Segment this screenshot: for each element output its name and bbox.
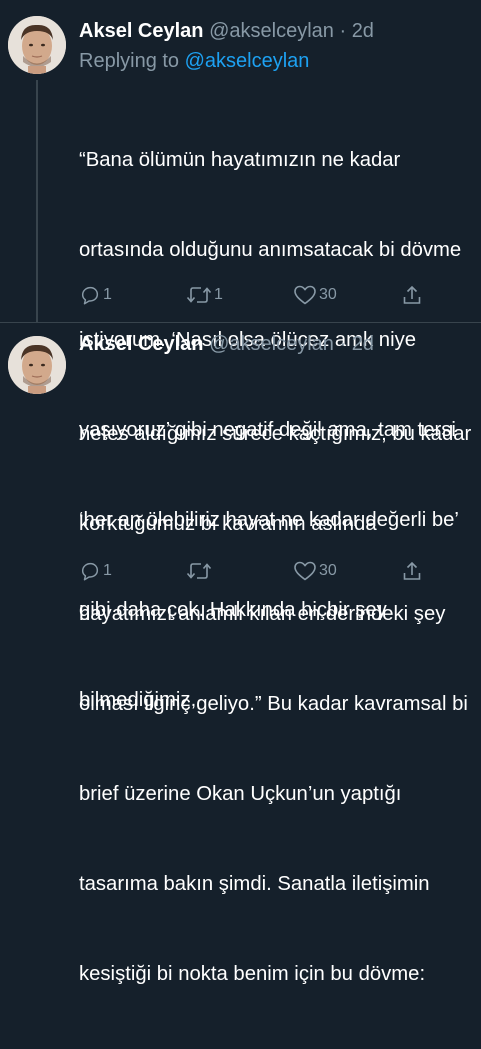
like-button[interactable]: 30 [293, 558, 337, 584]
tweet-text-line: tasarıma bakın şimdi. Sanatla iletişimin [79, 873, 430, 895]
tweet-actions: 1 30 [79, 558, 481, 584]
share-icon [403, 561, 421, 580]
retweet-icon [186, 563, 212, 579]
tweet-text-line: korktuğumuz bi kavramın aslında [79, 513, 377, 535]
share-icon [403, 285, 421, 304]
share-button[interactable] [401, 558, 423, 584]
avatar[interactable] [8, 16, 66, 74]
thread-connector [36, 80, 38, 322]
replying-to: Replying to @akselceylan [79, 49, 309, 73]
heart-icon [294, 561, 316, 581]
like-count: 30 [319, 286, 337, 303]
user-handle[interactable]: @akselceylan [209, 333, 334, 355]
separator: · [339, 333, 347, 355]
tweet-text-line: olması ilginç geliyo.” Bu kadar kavramsa… [79, 693, 468, 715]
reply-button[interactable]: 1 [79, 558, 112, 584]
separator: · [339, 20, 347, 42]
tweet-header: Aksel Ceylan @akselceylan · 2d [79, 19, 374, 43]
reply-icon [81, 562, 99, 581]
display-name[interactable]: Aksel Ceylan [79, 333, 204, 355]
reply-count: 1 [103, 562, 112, 579]
mention-link[interactable]: @akselceylan [185, 50, 310, 72]
tweet-header: Aksel Ceylan @akselceylan · 2d [79, 332, 374, 356]
tweet-text-line: hayatımızı anlamlı kılan en derindeki şe… [79, 603, 446, 625]
avatar-image [8, 336, 66, 394]
timestamp[interactable]: 2d [352, 333, 374, 355]
tweet-2[interactable]: Aksel Ceylan @akselceylan · 2d nefes ald… [0, 323, 481, 985]
retweet-count: 1 [214, 286, 223, 303]
tweet-text-line: “Bana ölümün hayatımızın ne kadar [79, 149, 401, 171]
reply-count: 1 [103, 286, 112, 303]
tweet-text-line: ortasında olduğunu anımsatacak bi dövme [79, 239, 462, 261]
timestamp[interactable]: 2d [352, 20, 374, 42]
tweet-text-line: kesiştiği bi nokta benim için bu dövme: [79, 963, 426, 985]
heart-icon [294, 285, 316, 305]
retweet-icon [186, 287, 212, 303]
tweet-actions: 1 1 30 [79, 282, 481, 308]
tweet-text-line: brief üzerine Okan Uçkun’un yaptığı [79, 783, 402, 805]
tweet-1[interactable]: Aksel Ceylan @akselceylan · 2d Replying … [0, 0, 481, 711]
replying-to-label: Replying to [79, 50, 180, 72]
tweet-text-line: nefes aldığımız sürece kaçtığımız, bu ka… [79, 423, 472, 445]
reply-icon [81, 286, 99, 305]
display-name[interactable]: Aksel Ceylan [79, 20, 204, 42]
retweet-button[interactable]: 1 [186, 282, 223, 308]
retweet-button[interactable] [186, 558, 214, 584]
reply-button[interactable]: 1 [79, 282, 112, 308]
like-count: 30 [319, 562, 337, 579]
avatar[interactable] [8, 336, 66, 394]
avatar-image [8, 16, 66, 74]
tweet-text: nefes aldığımız sürece kaçtığımız, bu ka… [79, 359, 481, 1049]
share-button[interactable] [401, 282, 423, 308]
user-handle[interactable]: @akselceylan [209, 20, 334, 42]
like-button[interactable]: 30 [293, 282, 337, 308]
